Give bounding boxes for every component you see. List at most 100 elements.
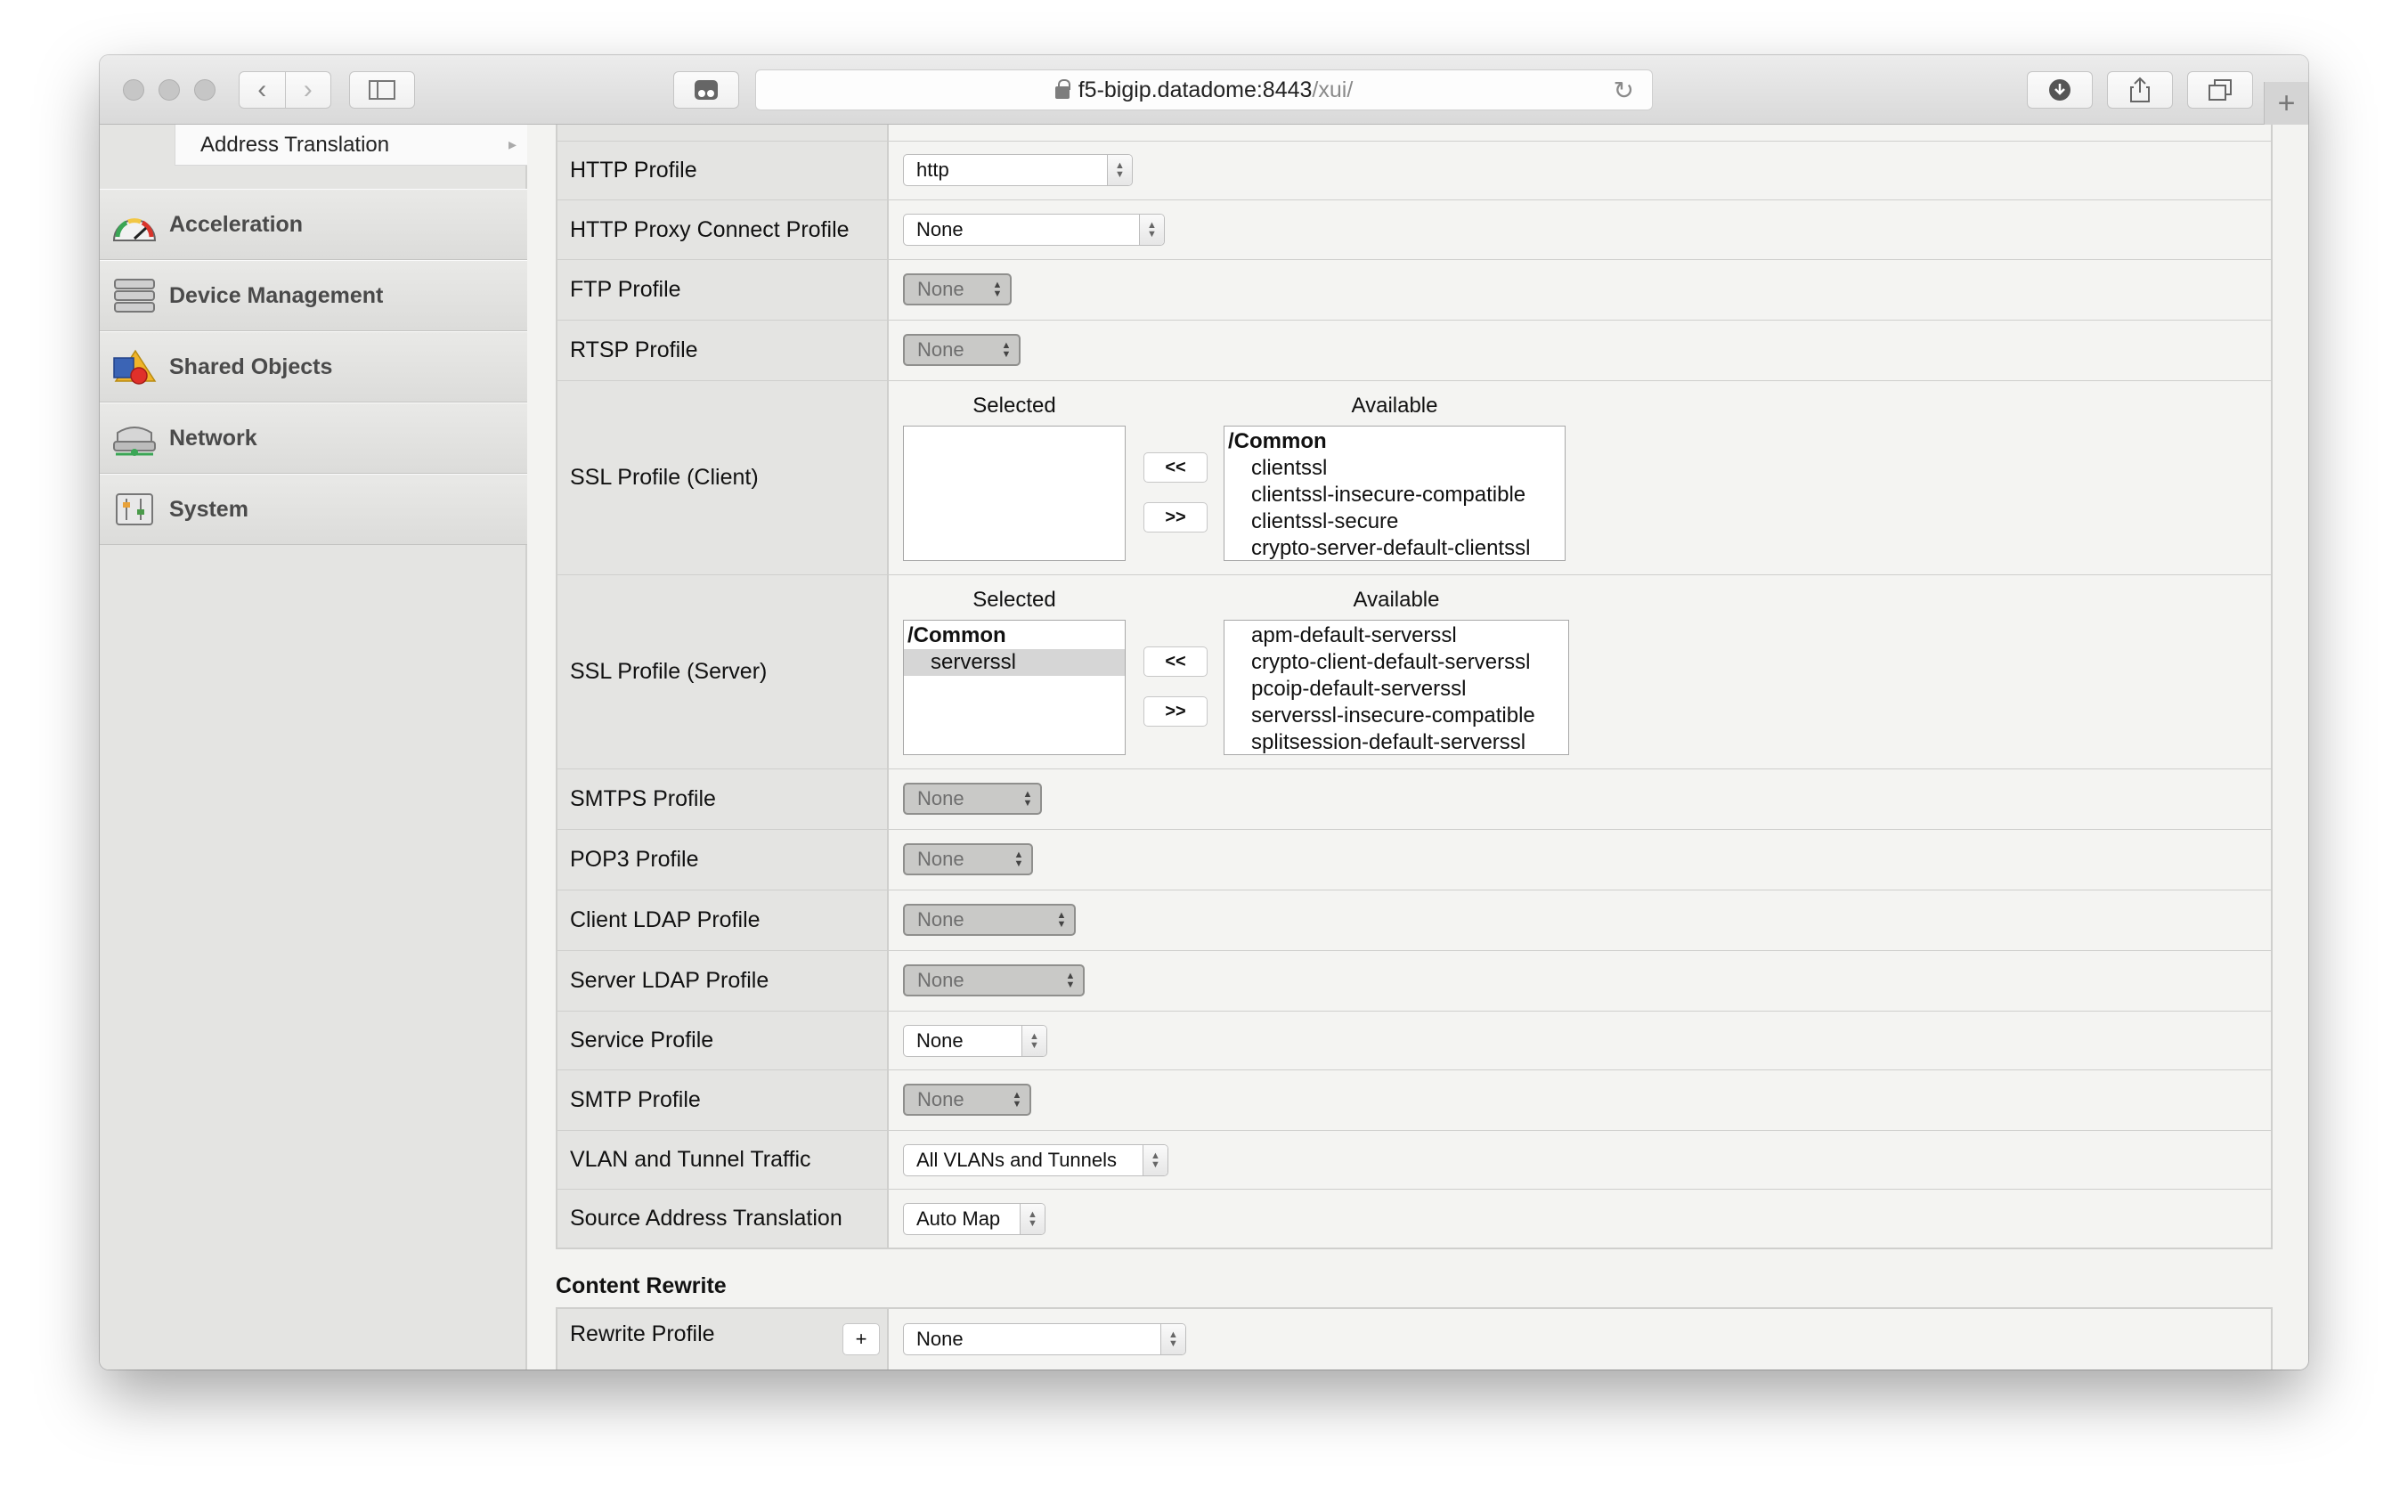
smtp-profile-select[interactable]: None ▲ ▼ [903, 1084, 1031, 1116]
client-ldap-select[interactable]: None ▲ ▼ [903, 904, 1076, 936]
rtsp-profile-select[interactable]: None ▲ ▼ [903, 334, 1021, 366]
server-ldap-select[interactable]: None ▲ ▼ [903, 964, 1085, 996]
router-icon [110, 418, 159, 459]
list-item[interactable]: serverssl-insecure-compatible [1224, 703, 1568, 729]
select-value: http [916, 159, 949, 181]
table-row: SMTPS Profile None ▲ ▼ [557, 768, 2271, 829]
new-tab-button[interactable]: + [2264, 82, 2308, 125]
http-profile-label: HTTP Profile [557, 142, 889, 199]
ssl-client-selected-list[interactable] [903, 426, 1126, 561]
available-header: Available [1353, 588, 1440, 612]
move-right-button[interactable]: >> [1143, 696, 1208, 727]
updown-arrows-icon: ▲ ▼ [1021, 1026, 1046, 1056]
select-value: All VLANs and Tunnels [916, 1149, 1118, 1171]
downloads-icon[interactable] [2027, 71, 2093, 109]
rewrite-profile-select[interactable]: None ▲ ▼ [903, 1323, 1186, 1355]
minimize-window-button[interactable] [159, 79, 180, 101]
list-item[interactable]: apm-default-serverssl [1224, 622, 1568, 649]
list-item[interactable]: clientssl-insecure-compatible [1224, 482, 1565, 508]
reload-icon[interactable]: ↻ [1614, 76, 1634, 105]
service-profile-select[interactable]: None ▲ ▼ [903, 1025, 1047, 1057]
select-value: None [917, 1088, 964, 1110]
updown-arrows-icon: ▲ ▼ [1012, 1090, 1022, 1110]
selected-header: Selected [972, 394, 1056, 418]
select-value: None [917, 969, 964, 991]
add-rewrite-profile-button[interactable]: + [842, 1323, 880, 1355]
url-host: f5-bigip.datadome:8443 [1078, 77, 1313, 102]
select-value: None [917, 278, 964, 300]
sidebar: Address Translation ▸ Acceleration Devic… [100, 125, 527, 1370]
updown-arrows-icon: ▲ ▼ [1020, 1204, 1045, 1234]
ftp-profile-label: FTP Profile [557, 260, 889, 320]
sidebar-section-system[interactable]: System [100, 474, 527, 545]
vlan-traffic-select[interactable]: All VLANs and Tunnels ▲ ▼ [903, 1144, 1168, 1176]
updown-arrows-icon: ▲ ▼ [1139, 215, 1164, 245]
sidebar-subitem-address-translation[interactable]: Address Translation ▸ [175, 125, 527, 166]
sidebar-section-label: Shared Objects [169, 354, 333, 379]
updown-arrows-icon: ▲ ▼ [1013, 849, 1024, 869]
table-row: Source Address Translation Auto Map ▲ ▼ [557, 1189, 2271, 1248]
ssl-client-dual-list: Selected Available << >> /Common clients… [903, 381, 1580, 575]
select-value: None [916, 1029, 964, 1052]
browser-window: ‹ › f5-bigip.datadome:8443/xui/ ↻ + Addr… [100, 55, 2308, 1370]
zoom-window-button[interactable] [194, 79, 216, 101]
list-item[interactable]: splitsession-default-serverssl [1224, 729, 1568, 756]
server-stack-icon [110, 275, 159, 316]
ftp-profile-select[interactable]: None ▲ ▼ [903, 273, 1012, 305]
updown-arrows-icon: ▲ ▼ [992, 280, 1003, 299]
source-nat-select[interactable]: Auto Map ▲ ▼ [903, 1203, 1045, 1235]
rewrite-profile-label: Rewrite Profile [570, 1321, 715, 1346]
vlan-traffic-label: VLAN and Tunnel Traffic [557, 1131, 889, 1189]
sidebar-toggle-icon[interactable] [349, 71, 415, 109]
list-item[interactable]: clientssl [1224, 455, 1565, 482]
table-row: HTTP Profile http ▲ ▼ [557, 141, 2271, 199]
share-icon[interactable] [2107, 71, 2173, 109]
list-item[interactable]: clientssl-secure [1224, 508, 1565, 535]
client-ldap-label: Client LDAP Profile [557, 890, 889, 950]
sidebar-section-network[interactable]: Network [100, 402, 527, 474]
move-left-button[interactable]: << [1143, 452, 1208, 483]
ssl-server-selected-list[interactable]: /Common serverssl [903, 620, 1126, 755]
control-panel-icon [110, 489, 159, 530]
gauge-icon [110, 204, 159, 245]
available-header: Available [1351, 394, 1438, 418]
http-proxy-connect-select[interactable]: None ▲ ▼ [903, 214, 1165, 246]
list-item[interactable]: crypto-server-default-clientssl [1224, 535, 1565, 562]
ssl-client-available-list[interactable]: /Common clientssl clientssl-insecure-com… [1224, 426, 1566, 561]
close-window-button[interactable] [123, 79, 144, 101]
ssl-server-label: SSL Profile (Server) [557, 575, 889, 768]
select-value: Auto Map [916, 1207, 1001, 1230]
list-group: /Common [907, 623, 1006, 647]
sidebar-section-shared-objects[interactable]: Shared Objects [100, 331, 527, 402]
back-icon[interactable]: ‹ [240, 72, 285, 108]
reader-extension-icon[interactable] [673, 71, 739, 109]
move-right-button[interactable]: >> [1143, 502, 1208, 532]
table-row: SSL Profile (Server) Selected Available … [557, 574, 2271, 768]
table-row: RTSP Profile None ▲ ▼ [557, 320, 2271, 380]
tabs-overview-icon[interactable] [2187, 71, 2253, 109]
list-item[interactable]: crypto-client-default-serverssl [1224, 649, 1568, 676]
table-row: FTP Profile None ▲ ▼ [557, 259, 2271, 320]
updown-arrows-icon: ▲ ▼ [1001, 340, 1012, 360]
table-row: VLAN and Tunnel Traffic All VLANs and Tu… [557, 1130, 2271, 1189]
list-item-selected[interactable]: serverssl [904, 649, 1125, 676]
address-bar[interactable]: f5-bigip.datadome:8443/xui/ ↻ [755, 69, 1653, 110]
http-profile-select[interactable]: http ▲ ▼ [903, 154, 1133, 186]
ssl-server-dual-list: Selected Available /Common serverssl << … [903, 575, 1580, 769]
move-left-button[interactable]: << [1143, 646, 1208, 677]
smtps-profile-select[interactable]: None ▲ ▼ [903, 783, 1042, 815]
updown-arrows-icon: ▲ ▼ [1056, 910, 1067, 930]
updown-arrows-icon: ▲ ▼ [1022, 789, 1033, 809]
table-row: HTTP Proxy Connect Profile None ▲ ▼ [557, 199, 2271, 259]
forward-icon[interactable]: › [284, 72, 331, 108]
table-row: Service Profile None ▲ ▼ [557, 1011, 2271, 1069]
sidebar-section-acceleration[interactable]: Acceleration [100, 189, 527, 260]
sidebar-section-device-management[interactable]: Device Management [100, 260, 527, 331]
source-nat-label: Source Address Translation [557, 1190, 889, 1248]
service-profile-label: Service Profile [557, 1012, 889, 1069]
sidebar-section-label: System [169, 496, 248, 522]
configuration-table: HTTP Profile http ▲ ▼ HTTP Proxy Connect … [556, 125, 2273, 1249]
list-item[interactable]: pcoip-default-serverssl [1224, 676, 1568, 703]
ssl-server-available-list[interactable]: apm-default-serverssl crypto-client-defa… [1224, 620, 1569, 755]
pop3-profile-select[interactable]: None ▲ ▼ [903, 843, 1033, 875]
